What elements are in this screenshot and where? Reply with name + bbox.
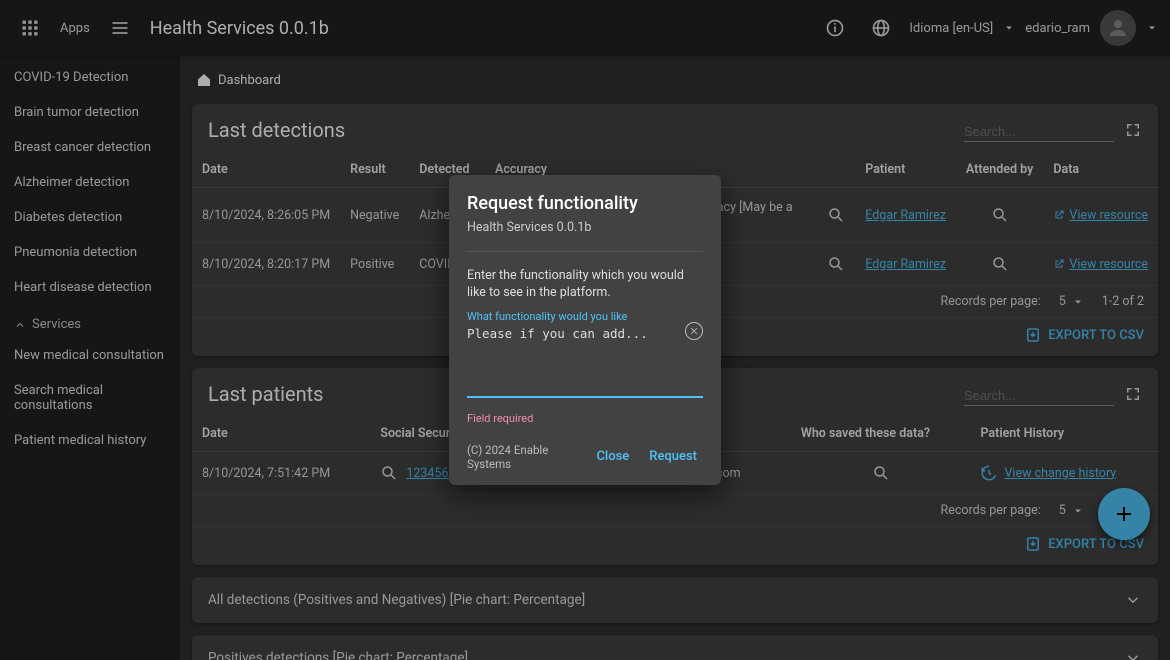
modal-subtitle: Health Services 0.0.1b [467,220,703,235]
field-label: What functionality would you like [467,310,627,323]
modal-divider [467,251,703,252]
modal-title: Request functionality [467,193,703,214]
modal-footer-text: (C) 2024 Enable Systems [467,443,582,471]
clear-button[interactable] [685,322,703,340]
modal-description: Enter the functionality which you would … [467,268,703,302]
modal-scrim[interactable]: Request functionality Health Services 0.… [0,0,1170,660]
close-button[interactable]: Close [590,445,635,468]
close-icon [689,326,699,336]
field-required-hint: Field required [467,412,703,425]
request-functionality-modal: Request functionality Health Services 0.… [449,175,721,485]
functionality-textarea[interactable] [467,318,703,398]
request-button[interactable]: Request [643,445,703,468]
